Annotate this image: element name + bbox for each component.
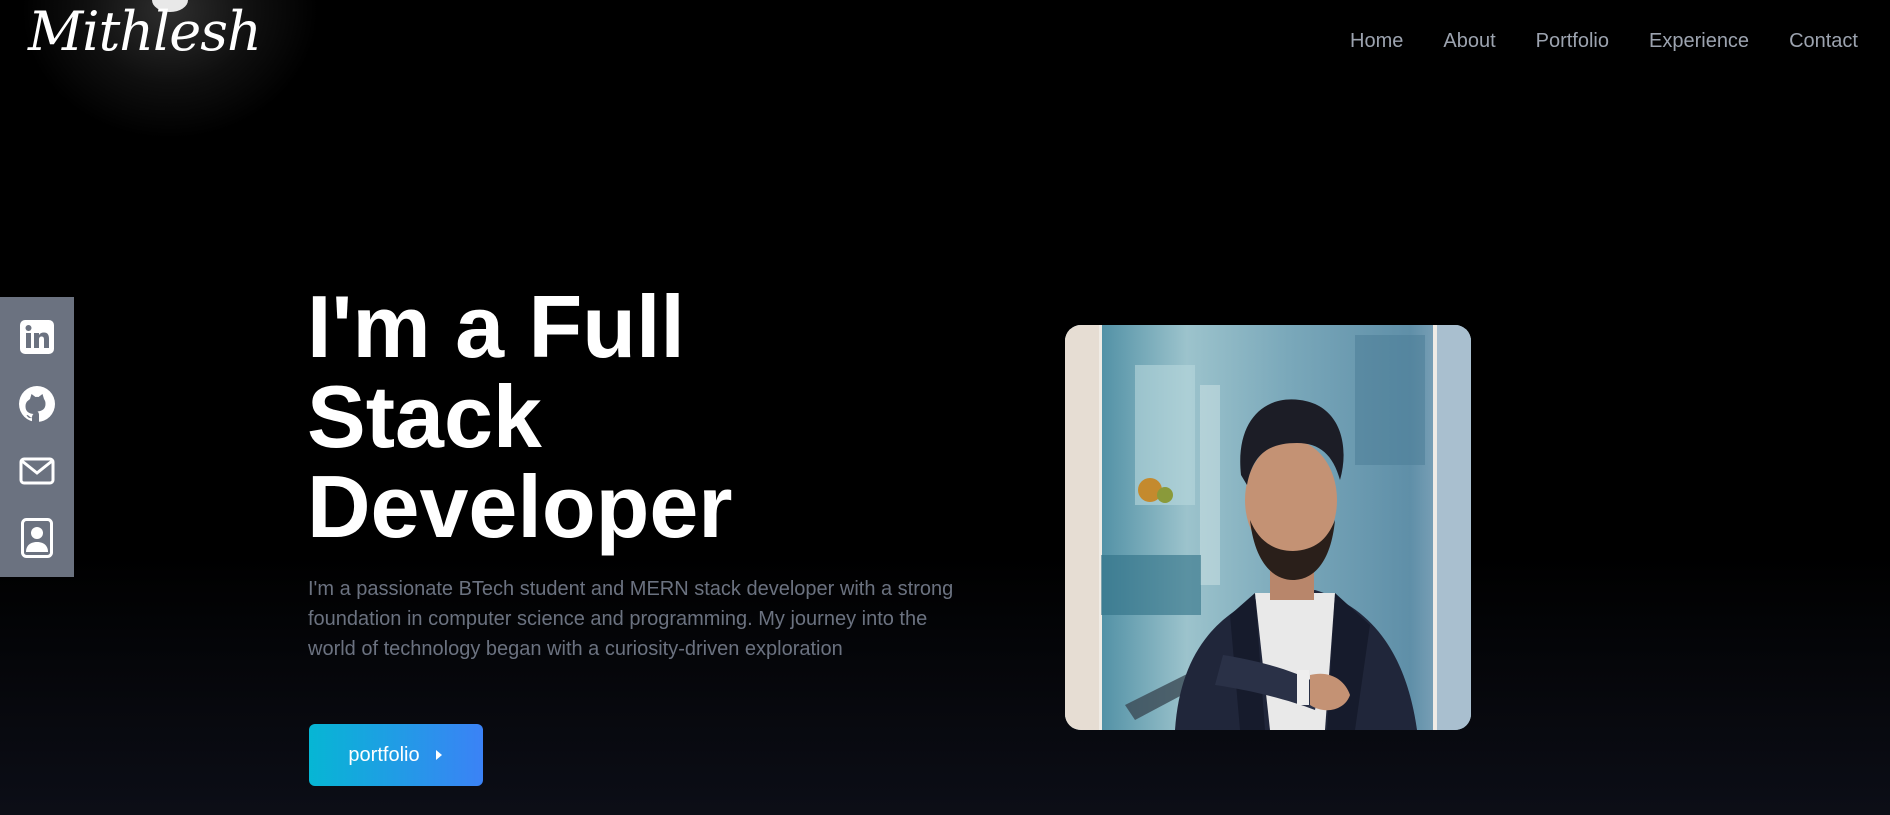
nav-item-about[interactable]: About — [1443, 30, 1495, 53]
nav-item-experience[interactable]: Experience — [1649, 30, 1749, 53]
social-links-bar — [0, 297, 74, 577]
hero-title-line-2: Stack — [307, 367, 542, 466]
portfolio-button[interactable]: portfolio — [309, 724, 483, 786]
nav-item-portfolio[interactable]: Portfolio — [1536, 30, 1609, 53]
github-icon — [19, 385, 55, 422]
linkedin-icon — [20, 319, 54, 354]
nav-item-contact[interactable]: Contact — [1789, 30, 1858, 53]
profile-photo-illustration — [1065, 325, 1471, 730]
github-link[interactable] — [17, 384, 57, 424]
hero-title-line-1: I'm a Full — [307, 277, 685, 376]
nav-item-home[interactable]: Home — [1350, 30, 1403, 53]
resume-icon — [21, 517, 53, 558]
portfolio-button-label: portfolio — [348, 743, 420, 766]
caret-right-icon — [435, 750, 442, 760]
hero-title-line-3: Developer — [307, 457, 733, 556]
mail-icon — [19, 457, 55, 484]
top-nav: Home About Portfolio Experience Contact — [1350, 30, 1858, 53]
resume-link[interactable] — [17, 517, 57, 558]
linkedin-link[interactable] — [17, 317, 57, 357]
site-logo[interactable]: Mithlesh — [28, 2, 262, 62]
email-link[interactable] — [17, 451, 57, 491]
page: Mithlesh Home About Portfolio Experience… — [0, 0, 1890, 815]
hero-title: I'm a Full Stack Developer — [307, 282, 907, 552]
hero-description: I'm a passionate BTech student and MERN … — [308, 578, 954, 660]
profile-photo — [1065, 325, 1471, 730]
